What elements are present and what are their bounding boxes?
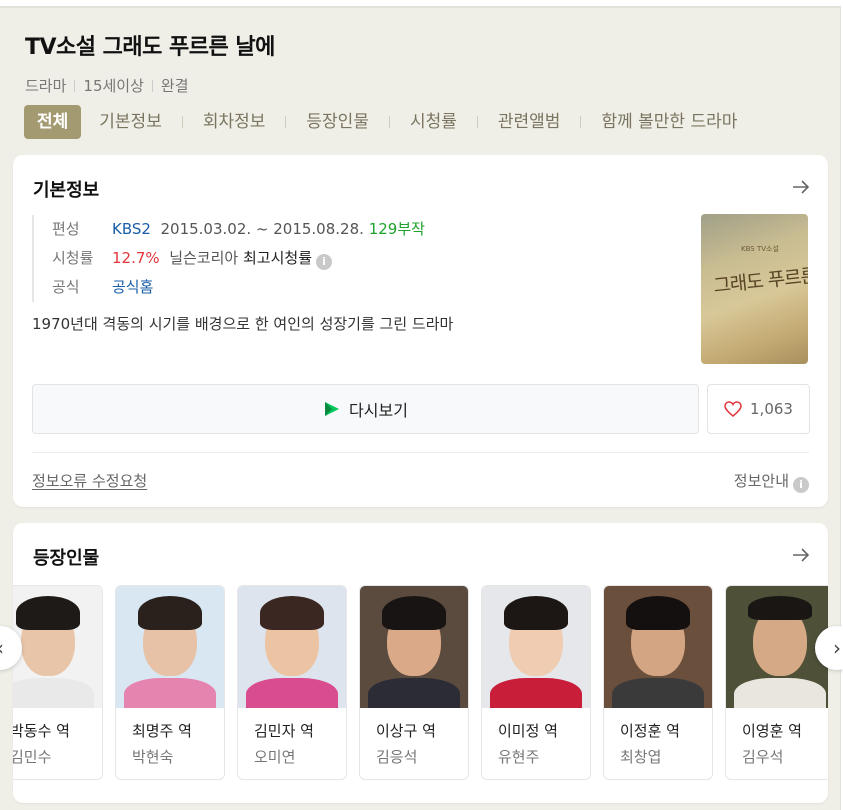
cast-actor: 김우석 — [742, 748, 784, 766]
description: 1970년대 격동의 시기를 배경으로 한 여인의 성장기를 그린 드라마 — [32, 315, 454, 333]
cast-photo — [116, 586, 224, 708]
cast-item[interactable]: 김민자 역 오미연 — [237, 585, 347, 780]
broadcast-label: 편성 — [52, 220, 80, 238]
info-list: 편성 KBS2 2015.03.02. ~ 2015.08.28. 129부작 시… — [32, 215, 425, 302]
cast-item[interactable]: 최명주 역 박현숙 — [115, 585, 225, 780]
official-row: 공식 공식홈 — [52, 273, 425, 302]
poster-caption: KBS TV소설 — [741, 245, 779, 253]
rating-row: 시청률 12.7% 닐슨코리아 최고시청률 i — [52, 244, 425, 273]
cast-role: 김민자 역 — [254, 722, 314, 740]
cast-role: 최명주 역 — [132, 722, 192, 740]
tab-albums[interactable]: 관련앨범 — [492, 105, 567, 139]
tab-cast[interactable]: 등장인물 — [300, 105, 375, 139]
rating-label: 시청률 — [52, 249, 94, 267]
meta-line: 드라마 15세이상 완결 — [25, 75, 189, 96]
cast-actor: 유현주 — [498, 748, 540, 766]
channel-link[interactable]: KBS2 — [112, 220, 151, 238]
cast-role: 이영훈 역 — [742, 722, 802, 740]
poster-image[interactable]: KBS TV소설 그래도 푸르른 날에 — [701, 214, 808, 364]
arrow-right-icon[interactable] — [792, 179, 810, 195]
like-count: 1,063 — [750, 400, 793, 418]
cast-actor: 박현숙 — [132, 748, 174, 766]
info-guide[interactable]: 정보안내 i — [734, 470, 809, 493]
tab-related-dramas[interactable]: 함께 볼만한 드라마 — [595, 105, 743, 139]
cast-actor: 김민수 — [13, 748, 52, 766]
page-title: TV소설 그래도 푸르른 날에 — [25, 35, 275, 60]
cast-list: 박동수 역 김민수 최명주 역 박현숙 김민자 역 오미연 이상구 역 김응석 … — [13, 585, 828, 780]
cast-role: 이상구 역 — [376, 722, 436, 740]
report-error-link[interactable]: 정보오류 수정요청 — [32, 470, 147, 491]
cast-item[interactable]: 이정훈 역 최창엽 — [603, 585, 713, 780]
cast-actor: 김응석 — [376, 748, 418, 766]
arrow-right-icon[interactable] — [792, 547, 810, 563]
meta-age-rating: 15세이상 — [83, 77, 144, 95]
chevron-left-icon: ‹ — [0, 636, 4, 660]
meta-status: 완결 — [160, 77, 189, 95]
cast-role: 이미정 역 — [498, 722, 558, 740]
cast-photo — [360, 586, 468, 708]
rating-value: 12.7% — [112, 249, 160, 267]
cast-role: 박동수 역 — [13, 722, 70, 740]
cast-photo — [482, 586, 590, 708]
cast-photo — [13, 586, 102, 708]
cast-photo — [604, 586, 712, 708]
tab-all[interactable]: 전체 — [24, 105, 82, 139]
rewatch-button[interactable]: 다시보기 — [32, 384, 699, 434]
cast-photo — [238, 586, 346, 708]
info-guide-label: 정보안내 — [733, 472, 789, 490]
broadcast-period: 2015.03.02. ~ 2015.08.28. — [160, 220, 364, 238]
episode-count: 129부작 — [368, 220, 425, 238]
cast-actor: 오미연 — [254, 748, 296, 766]
play-icon — [325, 402, 340, 416]
info-icon[interactable]: i — [316, 254, 333, 270]
broadcast-row: 편성 KBS2 2015.03.02. ~ 2015.08.28. 129부작 — [52, 215, 425, 244]
cast-card: 등장인물 박동수 역 김민수 최명주 역 박현숙 김민자 역 오미연 이상구 역… — [13, 523, 828, 803]
info-icon: i — [793, 477, 809, 493]
cast-item[interactable]: 이상구 역 김응석 — [359, 585, 469, 780]
cast-actor: 최창엽 — [620, 748, 662, 766]
basic-info-card: 기본정보 편성 KBS2 2015.03.02. ~ 2015.08.28. 12… — [13, 155, 828, 507]
header: TV소설 그래도 푸르른 날에 드라마 15세이상 완결 — [25, 35, 825, 95]
rating-note: 최고시청률 — [243, 249, 313, 267]
cast-item[interactable]: 이영훈 역 김우석 — [725, 585, 828, 780]
divider — [32, 452, 809, 453]
rewatch-label: 다시보기 — [349, 401, 408, 420]
tab-basic-info[interactable]: 기본정보 — [93, 105, 168, 139]
cast-photo — [726, 586, 828, 708]
cast-title: 등장인물 — [33, 548, 100, 569]
heart-icon — [724, 401, 742, 417]
poster-title: 그래도 푸르른 날에 — [712, 261, 808, 298]
like-button[interactable]: 1,063 — [707, 384, 810, 434]
cast-item[interactable]: 이미정 역 유현주 — [481, 585, 591, 780]
chevron-right-icon: › — [833, 636, 841, 660]
tab-ratings[interactable]: 시청률 — [404, 105, 463, 139]
cast-role: 이정훈 역 — [620, 722, 680, 740]
meta-genre: 드라마 — [25, 77, 67, 95]
cast-item[interactable]: 박동수 역 김민수 — [13, 585, 103, 780]
basic-info-title: 기본정보 — [33, 180, 100, 201]
drama-panel: TV소설 그래도 푸르른 날에 드라마 15세이상 완결 전체 기본정보 회차정보 … — [0, 6, 843, 810]
official-label: 공식 — [52, 278, 80, 296]
rating-source: 닐슨코리아 — [169, 249, 239, 267]
tab-bar: 전체 기본정보 회차정보 등장인물 시청률 관련앨범 함께 볼만한 드라마 — [24, 105, 743, 139]
tab-episode-info[interactable]: 회차정보 — [197, 105, 272, 139]
official-home-link[interactable]: 공식홈 — [112, 278, 153, 296]
